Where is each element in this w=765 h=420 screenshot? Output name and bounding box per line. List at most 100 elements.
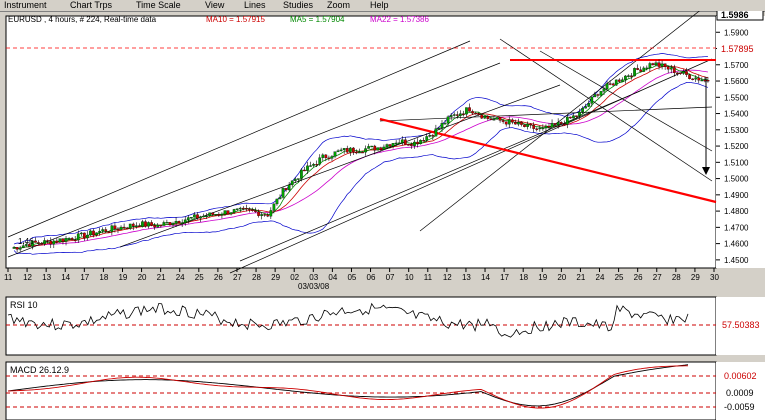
candle <box>321 154 325 158</box>
candle <box>400 139 404 143</box>
candle <box>208 212 212 216</box>
x-tick-label: 12 <box>443 273 452 282</box>
candle <box>260 214 264 216</box>
menu-item-lines[interactable]: Lines <box>244 0 266 11</box>
x-tick-label: 10 <box>405 273 414 282</box>
candle <box>293 178 297 181</box>
candle <box>238 207 242 210</box>
menu-item-chart-trps[interactable]: Chart Trps <box>70 0 112 11</box>
y-tick-label: 1.4700 <box>724 223 749 232</box>
candle <box>477 113 481 116</box>
x-tick-label: 06 <box>367 273 376 282</box>
candle <box>64 238 68 242</box>
candle <box>624 75 627 80</box>
x-tick-label: 25 <box>615 273 624 282</box>
candle <box>92 230 95 236</box>
candle <box>541 127 545 130</box>
candle <box>315 163 319 166</box>
candle <box>174 221 178 224</box>
x-tick-label: 14 <box>61 273 70 282</box>
candle <box>156 224 160 228</box>
x-tick-label: 25 <box>195 273 204 282</box>
x-tick-label: 17 <box>80 273 89 282</box>
y-tick-label: 1.5100 <box>724 158 749 167</box>
candle <box>510 119 514 123</box>
candle <box>636 68 639 70</box>
ma5-label: MA5 = 1.57904 <box>290 15 345 24</box>
candle <box>327 157 331 160</box>
menu-item-view[interactable]: View <box>205 0 224 11</box>
x-tick-label: 18 <box>99 273 108 282</box>
candle <box>581 108 584 113</box>
candle <box>688 74 691 80</box>
x-tick-label: 27 <box>653 273 662 282</box>
candle <box>691 78 695 81</box>
y-tick-label: 1.4800 <box>724 207 749 216</box>
candle <box>134 225 138 227</box>
candle <box>73 239 77 241</box>
menu-item-help[interactable]: Help <box>370 0 389 11</box>
x-tick-label: 19 <box>538 273 547 282</box>
candle <box>422 140 426 142</box>
candle <box>348 147 352 153</box>
rsi-title: RSI 10 <box>10 300 38 310</box>
ma10-label: MA10 = 1.57915 <box>206 15 265 24</box>
candle <box>458 113 462 116</box>
candle <box>416 141 419 145</box>
candle <box>52 240 56 245</box>
candle <box>465 107 468 115</box>
menu-item-zoom[interactable]: Zoom <box>327 0 350 11</box>
candle <box>517 122 520 125</box>
candle <box>235 208 239 210</box>
candle <box>300 169 303 179</box>
candle <box>492 119 496 121</box>
candle <box>559 122 563 124</box>
candle <box>269 210 273 217</box>
candle <box>621 79 624 82</box>
y-tick-label: 1.5200 <box>724 142 749 151</box>
candle <box>229 212 233 215</box>
candle <box>507 119 511 125</box>
x-tick-label: 11 <box>4 273 13 282</box>
candle <box>550 123 554 128</box>
x-tick-label: 02 <box>290 273 299 282</box>
candle <box>523 124 526 127</box>
candle <box>471 111 474 114</box>
candle <box>391 143 395 147</box>
candle <box>569 116 572 119</box>
candle <box>498 117 502 121</box>
candle <box>342 148 346 151</box>
candle <box>556 122 560 125</box>
candle <box>657 62 661 67</box>
candle <box>483 115 487 119</box>
candle <box>177 221 181 224</box>
candle <box>437 127 441 130</box>
candle <box>196 214 199 219</box>
candle <box>141 221 144 227</box>
candle <box>211 212 215 215</box>
x-tick-label: 05 <box>347 273 356 282</box>
candle <box>147 222 150 227</box>
candle <box>642 67 646 72</box>
y-tick-label: 1.5500 <box>724 93 749 102</box>
candle <box>193 214 196 218</box>
candle <box>544 125 548 129</box>
candle <box>205 215 208 217</box>
candle <box>370 145 374 148</box>
x-tick-label: 21 <box>157 273 166 282</box>
candle <box>403 139 407 145</box>
candle <box>605 83 609 89</box>
menu-item-instrument[interactable]: Instrument <box>4 0 47 11</box>
x-tick-label: 30 <box>710 273 719 282</box>
candle <box>666 66 670 70</box>
candle <box>361 151 364 154</box>
candle <box>584 106 588 109</box>
candle <box>410 144 413 146</box>
candle <box>394 142 398 145</box>
menu-item-time-scale[interactable]: Time Scale <box>136 0 181 11</box>
candle <box>214 214 218 216</box>
y-tick-label: 1.5000 <box>724 175 749 184</box>
menu-item-studies[interactable]: Studies <box>283 0 313 11</box>
candle <box>144 221 147 227</box>
candle <box>138 225 141 227</box>
